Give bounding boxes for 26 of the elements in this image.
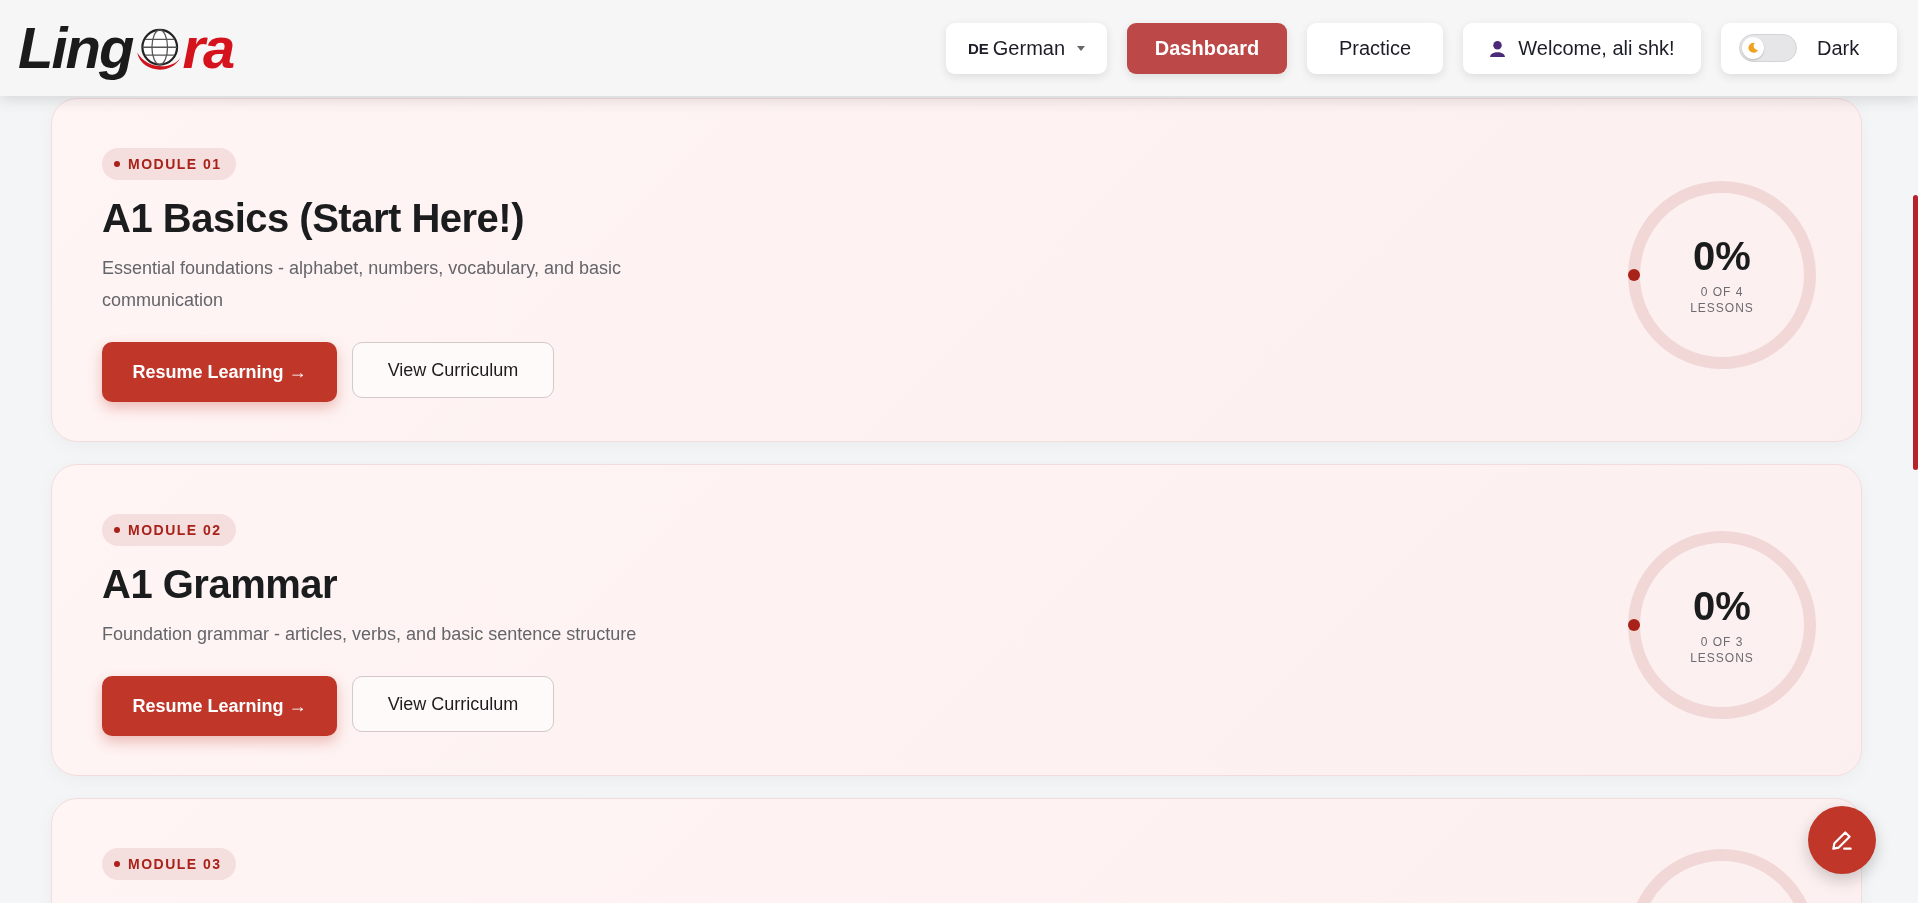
logo-text: ra bbox=[182, 19, 234, 77]
resume-learning-button[interactable]: Resume Learning → bbox=[102, 342, 337, 402]
view-curriculum-button[interactable]: View Curriculum bbox=[352, 676, 554, 732]
view-curriculum-button[interactable]: View Curriculum bbox=[352, 342, 554, 398]
module-badge: MODULE 02 bbox=[102, 514, 236, 546]
language-dropdown[interactable]: DE German bbox=[946, 22, 1107, 74]
theme-toggle[interactable] bbox=[1739, 34, 1797, 62]
module-description: Foundation grammar - articles, verbs, and basic sentence structure bbox=[102, 623, 637, 646]
nav-tab[interactable]: Dashboard bbox=[1127, 22, 1287, 74]
user-menu-button[interactable]: Welcome, ali shk! bbox=[1463, 22, 1701, 74]
module-badge: MODULE 01 bbox=[102, 148, 236, 180]
scrollbar-thumb[interactable] bbox=[1913, 195, 1918, 470]
module-description: Essential foundations - alphabet, numbers, vocabulary, and basic communication bbox=[102, 257, 622, 312]
progress-percent: 0% bbox=[1693, 584, 1751, 628]
lessons-count: 0 OF 3 LESSONS bbox=[1689, 634, 1755, 666]
resume-learning-button[interactable]: Resume Learning → bbox=[102, 676, 337, 736]
lessons-count: 0 OF 4 LESSONS bbox=[1689, 284, 1755, 316]
nav-tab[interactable]: Practice bbox=[1307, 22, 1443, 74]
module-badge: MODULE 03 bbox=[102, 848, 236, 880]
module-title: A1 Grammar bbox=[102, 561, 338, 608]
module-title: A1 Basics (Start Here!) bbox=[102, 195, 524, 242]
caret-icon bbox=[1077, 45, 1086, 51]
theme-label: Dark bbox=[1817, 36, 1860, 60]
progress-percent: 0% bbox=[1693, 234, 1751, 278]
moon-icon bbox=[1747, 42, 1759, 54]
user-icon bbox=[1489, 39, 1507, 57]
